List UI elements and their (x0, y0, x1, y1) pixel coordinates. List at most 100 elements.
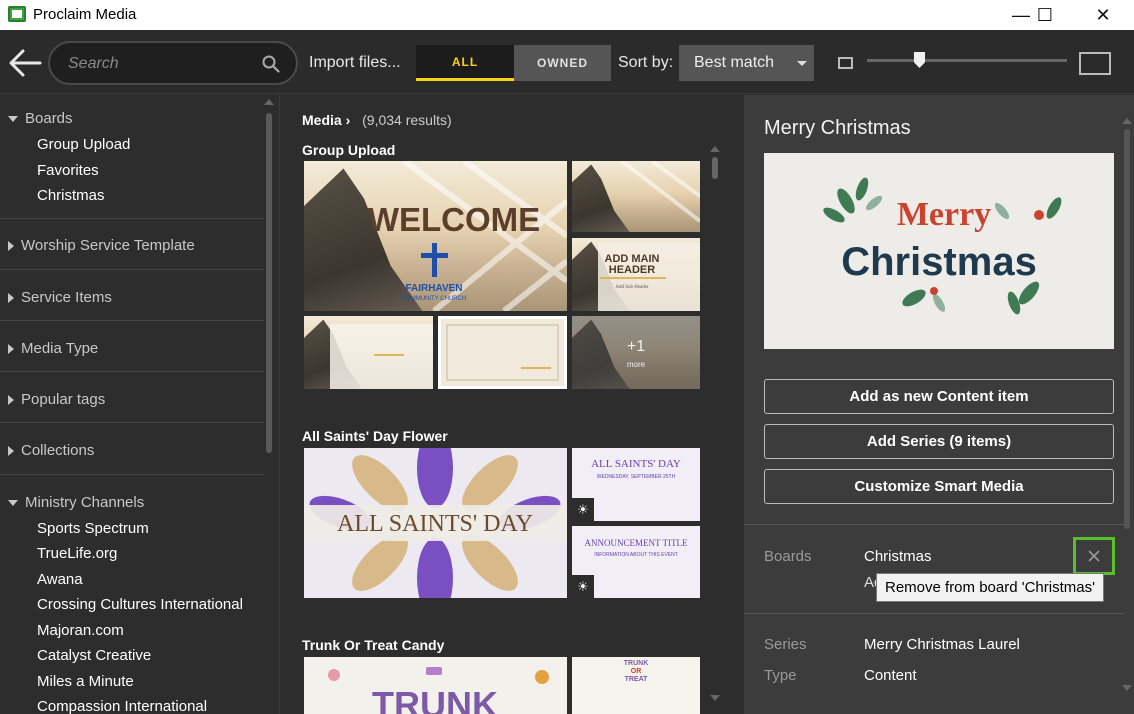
group-title-group-upload[interactable]: Group Upload (302, 142, 395, 158)
sidebar-item-miles-a-minute[interactable]: Miles a Minute (37, 673, 134, 690)
sidebar-item-favorites[interactable]: Favorites (37, 162, 99, 179)
all-saints-text: ALL SAINTS' DAY (337, 511, 533, 537)
breadcrumb-media[interactable]: Media (302, 112, 342, 128)
sort-select-value: Best match (694, 54, 775, 71)
sidebar-section-popular-tags[interactable]: Popular tags (8, 391, 105, 408)
sidebar-item-truelife[interactable]: TrueLife.org (37, 545, 117, 562)
sidebar-item-group-upload[interactable]: Group Upload (37, 136, 130, 153)
sidebar-item-christmas[interactable]: Christmas (37, 187, 105, 204)
divider (744, 613, 1124, 614)
window-title: Proclaim Media (33, 6, 137, 23)
search-box (48, 41, 298, 85)
maximize-button[interactable]: ☐ (1022, 0, 1068, 30)
sidebar-item-majoran[interactable]: Majoran.com (37, 622, 124, 639)
filter-all-tab[interactable]: ALL (416, 45, 514, 81)
sidebar-section-collections[interactable]: Collections (8, 442, 94, 459)
remove-from-board-button[interactable] (1073, 537, 1115, 575)
detail-panel: Merry Christmas Merry Christmas Add as n… (744, 95, 1134, 714)
search-icon[interactable] (262, 55, 280, 73)
card-subtitle: INFORMATION ABOUT THIS EVENT (594, 552, 678, 558)
media-scrollbar[interactable] (712, 157, 718, 179)
media-thumbnail-frame-1[interactable] (304, 316, 433, 389)
small-thumbnail-icon (838, 57, 853, 69)
remove-board-tooltip: Remove from board 'Christmas' (876, 573, 1104, 602)
card-subtitle: WEDNESDAY, SEPTEMBER 25TH (596, 474, 676, 480)
sidebar-item-awana[interactable]: Awana (37, 571, 83, 588)
series-label: Series (764, 636, 807, 653)
preview-merry-text: Merry (897, 196, 991, 233)
sidebar-section-label: Popular tags (21, 391, 106, 408)
detail-scrollbar[interactable] (1124, 129, 1130, 529)
boards-value: Christmas (864, 548, 932, 565)
church-subtitle: COMMUNITY CHURCH (402, 296, 467, 302)
sidebar-item-compassion-international[interactable]: Compassion International (37, 698, 207, 714)
boards-label: Boards (764, 548, 812, 565)
import-files-button[interactable]: Import files... (309, 54, 401, 72)
large-thumbnail-icon (1079, 52, 1111, 75)
scroll-up-arrow-icon[interactable] (264, 99, 274, 105)
media-thumbnail-trunk[interactable]: TRUNK (304, 657, 567, 714)
thumbnail-lines (620, 161, 700, 223)
sidebar-section-service-items[interactable]: Service Items (8, 289, 112, 306)
trunk-text: TRUNK (372, 684, 498, 714)
media-thumbnail-trunk-card[interactable]: TRUNK OR TREAT (572, 657, 700, 714)
series-value: Merry Christmas Laurel (864, 636, 1020, 653)
welcome-graphic: WELCOME FAIRHAVEN COMMUNITY CHURCH (368, 161, 567, 311)
media-thumbnail-welcome[interactable]: WELCOME FAIRHAVEN COMMUNITY CHURCH (304, 161, 567, 311)
close-icon (1088, 550, 1100, 562)
scroll-down-arrow-icon[interactable] (710, 695, 720, 701)
card-title: ALL SAINTS' DAY (591, 458, 681, 470)
type-label: Type (764, 667, 797, 684)
search-input[interactable] (68, 53, 253, 75)
thumbnail-size-slider[interactable] (867, 59, 1067, 62)
group-title-trunk-or-treat[interactable]: Trunk Or Treat Candy (302, 637, 444, 653)
chevron-down-icon (797, 61, 807, 66)
detail-preview-image: Merry Christmas (764, 153, 1114, 349)
media-thumbnail-more[interactable]: +1 more (572, 316, 700, 389)
close-window-button[interactable]: ✕ (1080, 0, 1126, 30)
sort-by-label: Sort by: (618, 54, 674, 71)
frame-graphic (330, 324, 433, 389)
preview-christmas-text: Christmas (841, 240, 1037, 284)
expand-down-icon (8, 115, 18, 122)
expand-right-icon (8, 292, 14, 303)
sidebar-section-label: Service Items (21, 289, 112, 306)
scroll-down-arrow-icon[interactable] (1122, 685, 1132, 691)
media-thumbnail-announcement[interactable]: ANNOUNCEMENT TITLE INFORMATION ABOUT THI… (572, 526, 700, 598)
filter-owned-tab[interactable]: OWNED (514, 45, 611, 81)
sidebar-scrollbar[interactable] (266, 113, 272, 453)
header-text: HEADER (609, 264, 656, 276)
toolbar: Import files... ALL OWNED Sort by: Best … (0, 30, 1134, 94)
group-title-all-saints[interactable]: All Saints' Day Flower (302, 428, 448, 444)
sidebar-section-worship-service-template[interactable]: Worship Service Template (8, 237, 195, 254)
media-thumbnail-frame-2[interactable] (438, 316, 567, 389)
media-thumbnail-all-saints-card[interactable]: ALL SAINTS' DAY WEDNESDAY, SEPTEMBER 25T… (572, 448, 700, 521)
add-series-button[interactable]: Add Series (9 items) (764, 424, 1114, 459)
sidebar-section-ministry-channels[interactable]: Ministry Channels (8, 494, 144, 511)
media-thumbnail-all-saints[interactable]: ALL SAINTS' DAY (304, 448, 567, 598)
breadcrumb: Media › (9,034 results) (302, 112, 452, 128)
type-value: Content (864, 667, 917, 684)
scroll-up-arrow-icon[interactable] (710, 146, 720, 152)
sidebar-section-media-type[interactable]: Media Type (8, 340, 98, 357)
merry-christmas-graphic: Merry Christmas (823, 177, 1062, 315)
result-count: (9,034 results) (362, 112, 452, 128)
sidebar-item-crossing-cultures[interactable]: Crossing Cultures International (37, 596, 243, 613)
expand-down-icon (8, 499, 18, 506)
sidebar-section-boards[interactable]: Boards (8, 110, 73, 127)
sidebar-section-label: Boards (25, 110, 73, 127)
sidebar-item-sports-spectrum[interactable]: Sports Spectrum (37, 520, 149, 537)
scroll-up-arrow-icon[interactable] (1122, 118, 1132, 124)
media-thumbnail-add-header[interactable]: ADD MAIN HEADER Add Sub Header (572, 238, 700, 311)
divider (0, 269, 264, 270)
media-thumbnail-background[interactable] (572, 161, 700, 232)
divider (0, 320, 264, 321)
welcome-text: WELCOME (368, 201, 540, 238)
add-content-item-button[interactable]: Add as new Content item (764, 379, 1114, 414)
slider-handle[interactable] (914, 52, 925, 68)
back-arrow-icon[interactable] (8, 48, 42, 78)
divider (0, 371, 264, 372)
sidebar-item-catalyst-creative[interactable]: Catalyst Creative (37, 647, 151, 664)
sort-select[interactable]: Best match (679, 45, 814, 81)
customize-smart-media-button[interactable]: Customize Smart Media (764, 469, 1114, 504)
